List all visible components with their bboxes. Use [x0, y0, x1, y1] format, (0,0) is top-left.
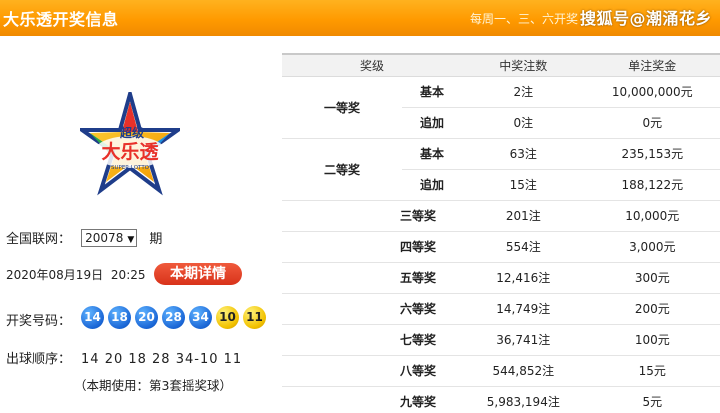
- prize-level: 四等奖: [282, 231, 462, 263]
- numbers-label: 开奖号码：: [6, 314, 72, 329]
- logo-sub-text: SUPER LOTTO: [111, 165, 150, 171]
- prize-level: 一等奖: [282, 76, 402, 139]
- prize-level: 八等奖: [282, 355, 462, 387]
- issue-row: 全国联网： 20078 ▼ 期: [6, 228, 162, 247]
- table-row: 七等奖 36,741注 100元: [282, 324, 720, 356]
- prize-sub: 基本: [402, 138, 462, 170]
- header-bar: 大乐透开奖信息 每周一、三、六开奖 搜狐号@潮涌花乡: [0, 0, 720, 36]
- table-row: 八等奖 544,852注 15元: [282, 355, 720, 387]
- prize-level: 二等奖: [282, 138, 402, 201]
- draw-order-row: 出球顺序： 14 20 18 28 34-10 11: [6, 348, 242, 367]
- winner-count: 12,416注: [462, 262, 585, 294]
- winner-count: 5,983,194注: [462, 386, 585, 413]
- header-level: 奖级: [282, 53, 462, 77]
- winner-count: 15注: [462, 169, 585, 201]
- table-row: 二等奖 基本 63注 235,153元: [282, 138, 720, 201]
- winner-count: 63注: [462, 138, 585, 170]
- prize-amount: 15元: [584, 355, 720, 387]
- prize-level: 七等奖: [282, 324, 462, 356]
- logo-main-text: 大乐透: [101, 140, 159, 163]
- issue-select[interactable]: 20078 ▼: [81, 228, 138, 247]
- issue-select-value: 20078: [85, 230, 124, 245]
- header-count: 中奖注数: [462, 53, 585, 77]
- prize-sub: 基本: [402, 76, 462, 108]
- winner-count: 201注: [462, 200, 585, 232]
- prize-amount: 188,122元: [584, 169, 720, 201]
- prize-amount: 5元: [584, 386, 720, 413]
- draw-date: 2020年08月19日: [6, 268, 104, 282]
- prize-level: 三等奖: [282, 200, 462, 232]
- page-title: 大乐透开奖信息: [3, 10, 119, 29]
- draw-schedule: 每周一、三、六开奖: [469, 12, 578, 26]
- prize-amount: 100元: [584, 324, 720, 356]
- front-ball: 18: [108, 306, 131, 329]
- table-row: 五等奖 12,416注 300元: [282, 262, 720, 294]
- winner-count: 36,741注: [462, 324, 585, 356]
- table-row: 九等奖 5,983,194注 5元: [282, 386, 720, 413]
- prize-table: 奖级 中奖注数 单注奖金 一等奖 基本 2注 10,000,000元 追加 0注…: [282, 53, 720, 413]
- prize-level: 九等奖: [282, 386, 462, 413]
- front-ball: 28: [162, 306, 185, 329]
- table-row: 四等奖 554注 3,000元: [282, 231, 720, 263]
- winner-count: 544,852注: [462, 355, 585, 387]
- logo-top-text: 超级: [119, 125, 144, 140]
- prize-amount: 10,000元: [584, 200, 720, 232]
- front-ball: 14: [81, 306, 104, 329]
- prize-amount: 0元: [584, 107, 720, 139]
- prize-amount: 235,153元: [584, 138, 720, 170]
- prize-sub: 追加: [402, 107, 462, 139]
- prize-level: 六等奖: [282, 293, 462, 325]
- prize-amount: 3,000元: [584, 231, 720, 263]
- winner-count: 14,749注: [462, 293, 585, 325]
- prize-sub: 追加: [402, 169, 462, 201]
- super-lotto-logo: 超级 大乐透 SUPER LOTTO: [80, 92, 180, 196]
- table-header-row: 奖级 中奖注数 单注奖金: [282, 53, 720, 77]
- table-row: 三等奖 201注 10,000元: [282, 200, 720, 232]
- draw-time: 20:25: [110, 268, 146, 282]
- front-ball: 34: [189, 306, 212, 329]
- ball-set-note: （本期使用：第3套摇奖球）: [74, 378, 232, 393]
- prize-amount: 200元: [584, 293, 720, 325]
- back-ball: 10: [216, 306, 239, 329]
- front-ball: 20: [135, 306, 158, 329]
- winner-count: 0注: [462, 107, 585, 139]
- header-amount: 单注奖金: [584, 53, 720, 77]
- winner-count: 2注: [462, 76, 585, 108]
- back-ball: 11: [243, 306, 266, 329]
- table-row: 一等奖 基本 2注 10,000,000元: [282, 76, 720, 139]
- prize-level: 五等奖: [282, 262, 462, 294]
- watermark: 搜狐号@潮涌花乡: [579, 9, 712, 28]
- winner-count: 554注: [462, 231, 585, 263]
- order-sequence: 14 20 18 28 34-10 11: [81, 352, 243, 367]
- issue-label: 全国联网：: [6, 232, 72, 247]
- chevron-down-icon: ▼: [127, 234, 135, 245]
- issue-suffix: 期: [149, 232, 163, 247]
- table-row: 六等奖 14,749注 200元: [282, 293, 720, 325]
- prize-amount: 300元: [584, 262, 720, 294]
- order-label: 出球顺序：: [6, 352, 72, 367]
- prize-amount: 10,000,000元: [584, 76, 720, 108]
- draw-time-row: 2020年08月19日 20:25: [6, 266, 146, 283]
- detail-button[interactable]: 本期详情: [154, 263, 242, 285]
